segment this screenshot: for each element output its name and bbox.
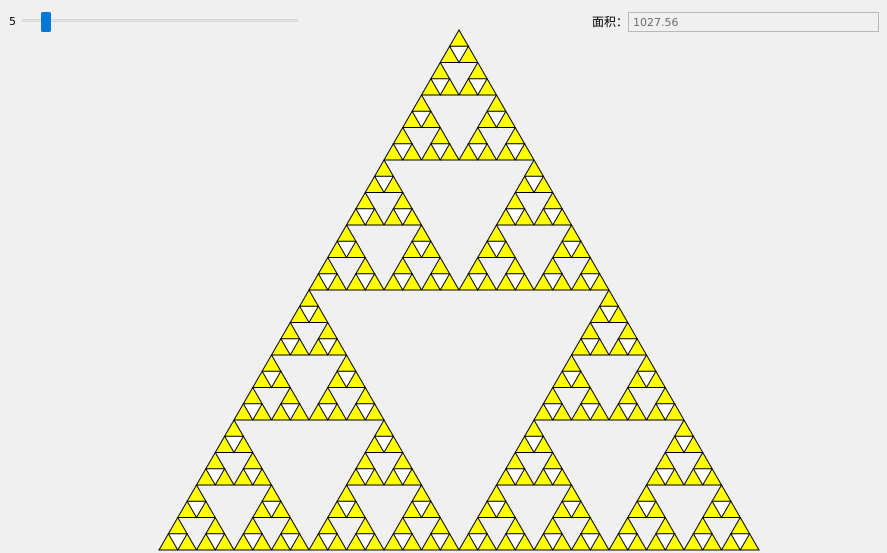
fractal-canvas xyxy=(158,28,760,552)
sierpinski-fractal xyxy=(158,28,760,552)
sierpinski-window: 5 面积： xyxy=(0,0,887,553)
level-value-label: 5 xyxy=(9,15,16,28)
depth-slider[interactable] xyxy=(22,12,298,32)
area-field[interactable] xyxy=(628,12,879,32)
area-label: 面积： xyxy=(592,15,629,29)
slider-track[interactable] xyxy=(22,19,298,22)
slider-thumb[interactable] xyxy=(41,12,51,32)
